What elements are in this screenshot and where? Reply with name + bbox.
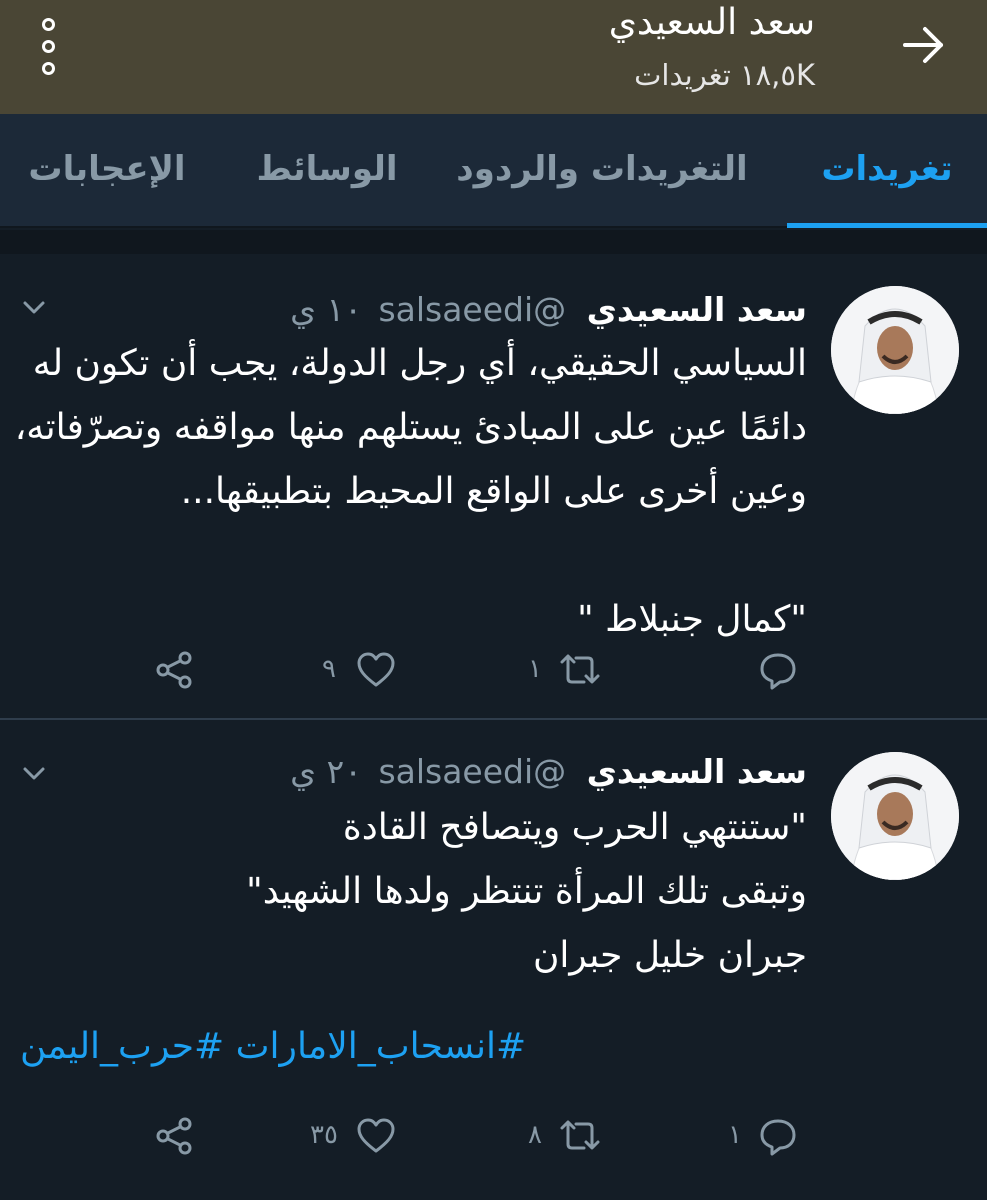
share-button[interactable] bbox=[154, 1116, 198, 1166]
tweet-header: سعد السعيدي @salsaeedi ١٠ ي bbox=[290, 290, 807, 329]
like-count: ٣٥ bbox=[310, 1120, 338, 1150]
author-handle[interactable]: @salsaeedi bbox=[378, 752, 566, 791]
tab-tweets[interactable]: تغريدات bbox=[787, 114, 987, 228]
tweet-time: ١٠ ي bbox=[290, 290, 362, 329]
like-icon bbox=[357, 1118, 395, 1153]
reply-button[interactable]: ١ bbox=[728, 1116, 808, 1166]
reply-icon bbox=[760, 653, 796, 690]
reply-button[interactable] bbox=[758, 650, 808, 700]
tweet[interactable]: سعد السعيدي @salsaeedi ١٠ ي السياسي الحق… bbox=[0, 254, 987, 717]
tweet-actions: ١ ٨ ٣٥ bbox=[0, 1116, 987, 1166]
tweet-actions: ١ ٩ bbox=[0, 650, 987, 700]
tab-tweets-replies[interactable]: التغريدات والردود bbox=[447, 114, 757, 228]
tweet-count: ١٨,٥K تغريدات bbox=[634, 58, 815, 92]
dropdown-caret-icon[interactable] bbox=[22, 300, 46, 316]
share-icon bbox=[156, 1117, 192, 1155]
author-name[interactable]: سعد السعيدي bbox=[587, 752, 807, 791]
tweet-text: السياسي الحقيقي، أي رجل الدولة، يجب أن ت… bbox=[14, 343, 807, 640]
more-vertical-icon[interactable] bbox=[30, 18, 70, 78]
tabs-separator bbox=[0, 230, 987, 254]
tweet-header: سعد السعيدي @salsaeedi ٢٠ ي bbox=[290, 752, 807, 791]
back-arrow-icon[interactable] bbox=[899, 22, 949, 68]
hashtags[interactable]: #انسحاب_الامارات #حرب_اليمن bbox=[20, 1026, 526, 1067]
tweet[interactable]: سعد السعيدي @salsaeedi ٢٠ ي "ستنتهي الحر… bbox=[0, 720, 987, 1200]
tab-media[interactable]: الوسائط bbox=[247, 114, 407, 228]
retweet-icon bbox=[560, 654, 600, 684]
retweet-count: ١ bbox=[528, 654, 542, 684]
like-icon bbox=[357, 652, 395, 687]
avatar[interactable] bbox=[831, 752, 959, 880]
retweet-button[interactable]: ١ bbox=[528, 650, 608, 700]
like-button[interactable]: ٣٥ bbox=[310, 1116, 406, 1166]
share-icon bbox=[156, 651, 192, 689]
author-name[interactable]: سعد السعيدي bbox=[587, 290, 807, 329]
like-count: ٩ bbox=[322, 654, 336, 684]
profile-tabs: تغريدات التغريدات والردود الوسائط الإعجا… bbox=[0, 114, 987, 228]
tweet-text: "ستنتهي الحرب ويتصافح القادة وتبقى تلك ا… bbox=[246, 807, 807, 976]
reply-icon bbox=[760, 1119, 796, 1156]
tweet-time: ٢٠ ي bbox=[290, 752, 362, 791]
dropdown-caret-icon[interactable] bbox=[22, 766, 46, 782]
profile-name: سعد السعيدي bbox=[608, 2, 815, 43]
retweet-count: ٨ bbox=[528, 1120, 542, 1150]
retweet-button[interactable]: ٨ bbox=[528, 1116, 608, 1166]
tab-likes[interactable]: الإعجابات bbox=[17, 114, 197, 228]
profile-header: سعد السعيدي ١٨,٥K تغريدات bbox=[0, 0, 987, 114]
reply-count: ١ bbox=[728, 1120, 742, 1150]
retweet-icon bbox=[560, 1120, 600, 1150]
like-button[interactable]: ٩ bbox=[322, 650, 406, 700]
share-button[interactable] bbox=[154, 650, 198, 700]
author-handle[interactable]: @salsaeedi bbox=[378, 290, 566, 329]
avatar[interactable] bbox=[831, 286, 959, 414]
